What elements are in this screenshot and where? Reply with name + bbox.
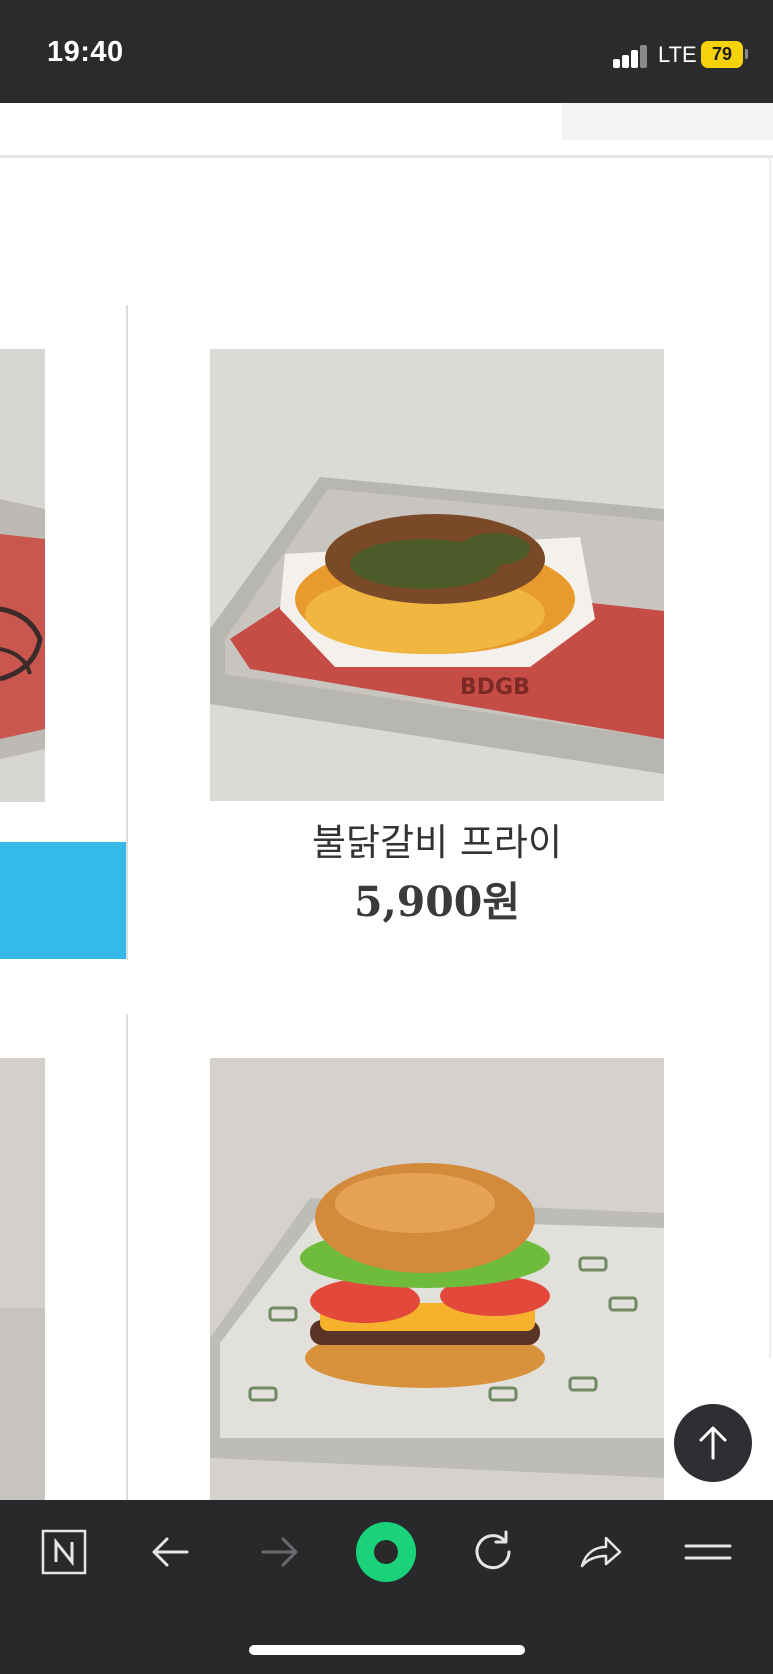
scroll-top-button[interactable] bbox=[674, 1404, 752, 1482]
promo-button[interactable] bbox=[0, 842, 126, 959]
arrow-up-icon bbox=[699, 1426, 727, 1460]
product-price: 5,900원 bbox=[353, 878, 521, 926]
signal-icon bbox=[613, 44, 649, 68]
network-label: LTE bbox=[658, 42, 697, 67]
status-time: 19:40 bbox=[47, 36, 124, 68]
refresh-icon bbox=[475, 1530, 511, 1570]
naver-home-button[interactable] bbox=[29, 1519, 99, 1585]
naver-n-icon bbox=[41, 1529, 87, 1575]
forward-arrow-icon bbox=[261, 1537, 298, 1567]
menu-icon bbox=[684, 1544, 732, 1560]
back-button[interactable] bbox=[136, 1519, 206, 1585]
share-button[interactable] bbox=[565, 1519, 635, 1585]
back-arrow-icon bbox=[152, 1537, 189, 1567]
scroll-track bbox=[769, 158, 771, 1358]
battery-tip bbox=[745, 49, 748, 59]
product-image-partial[interactable] bbox=[0, 349, 45, 802]
column-divider bbox=[126, 1014, 128, 1500]
product-image-fries[interactable]: BDGB bbox=[210, 349, 664, 801]
product-image-burger[interactable] bbox=[210, 1058, 664, 1500]
green-dot-button[interactable] bbox=[351, 1519, 421, 1585]
svg-text:BDGB: BDGB bbox=[460, 675, 530, 700]
forward-button[interactable] bbox=[244, 1519, 314, 1585]
menu-button[interactable] bbox=[673, 1519, 743, 1585]
product-name[interactable]: 불닭갈비 프라이 bbox=[210, 812, 664, 866]
home-indicator[interactable] bbox=[249, 1645, 525, 1655]
battery-level: 79 bbox=[711, 44, 733, 64]
product-image-partial[interactable] bbox=[0, 1058, 45, 1500]
header-action-area[interactable] bbox=[562, 103, 773, 140]
refresh-button[interactable] bbox=[458, 1519, 528, 1585]
battery-icon: 79 bbox=[701, 41, 743, 68]
status-bar: 19:40 LTE 79 bbox=[0, 0, 773, 103]
column-divider bbox=[126, 305, 128, 960]
green-dot-icon bbox=[356, 1522, 416, 1582]
share-icon bbox=[580, 1536, 622, 1568]
